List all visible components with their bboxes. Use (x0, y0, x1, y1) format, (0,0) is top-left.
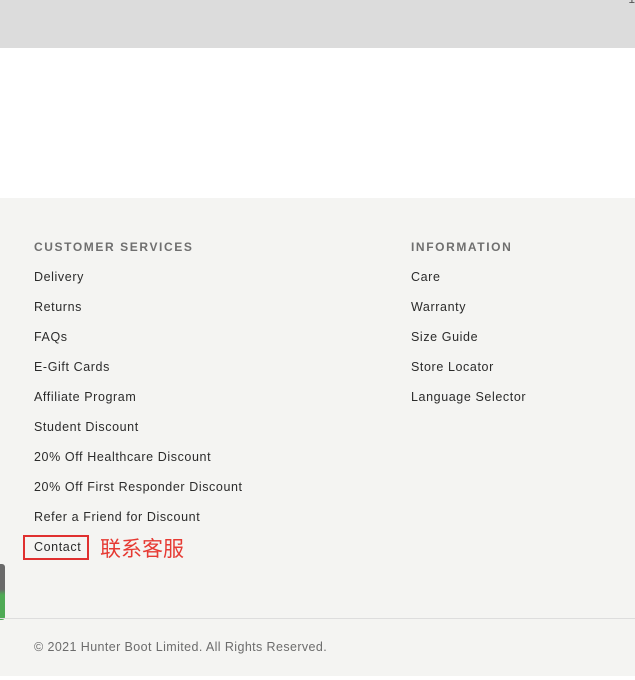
footer-divider (0, 618, 635, 619)
footer-link-first-responder-discount[interactable]: 20% Off First Responder Discount (34, 481, 243, 511)
contact-highlight-box (23, 535, 89, 560)
footer-link-language-selector[interactable]: Language Selector (411, 391, 526, 421)
page-bottom-edge (0, 676, 635, 680)
footer-link-label[interactable]: Size Guide (411, 330, 478, 344)
customer-services-column: CUSTOMER SERVICES Delivery Returns FAQs … (34, 240, 243, 571)
footer-link-label[interactable]: Delivery (34, 270, 84, 284)
footer-link-warranty[interactable]: Warranty (411, 301, 526, 331)
footer-link-faqs[interactable]: FAQs (34, 331, 243, 361)
footer-link-label[interactable]: Care (411, 270, 441, 284)
footer: CUSTOMER SERVICES Delivery Returns FAQs … (0, 198, 635, 680)
footer-link-size-guide[interactable]: Size Guide (411, 331, 526, 361)
footer-link-label[interactable]: FAQs (34, 330, 68, 344)
footer-link-label[interactable]: Returns (34, 300, 82, 314)
footer-link-label[interactable]: Refer a Friend for Discount (34, 510, 200, 524)
footer-link-label[interactable]: Warranty (411, 300, 466, 314)
customer-service-annotation: 联系客服 (100, 537, 184, 561)
footer-link-student-discount[interactable]: Student Discount (34, 421, 243, 451)
footer-link-returns[interactable]: Returns (34, 301, 243, 331)
footer-link-affiliate-program[interactable]: Affiliate Program (34, 391, 243, 421)
customer-services-links: Delivery Returns FAQs E-Gift Cards Affil… (34, 271, 243, 571)
footer-link-label[interactable]: E-Gift Cards (34, 360, 110, 374)
footer-link-care[interactable]: Care (411, 271, 526, 301)
footer-link-delivery[interactable]: Delivery (34, 271, 243, 301)
customer-services-title: CUSTOMER SERVICES (34, 240, 194, 254)
information-column: INFORMATION Care Warranty Size Guide Sto… (411, 240, 526, 421)
top-bar-corner-glyph: 1 (628, 0, 635, 5)
top-bar: 1 (0, 0, 635, 48)
footer-link-label[interactable]: 20% Off Healthcare Discount (34, 450, 211, 464)
footer-link-label[interactable]: 20% Off First Responder Discount (34, 480, 243, 494)
footer-link-e-gift-cards[interactable]: E-Gift Cards (34, 361, 243, 391)
footer-link-label[interactable]: Store Locator (411, 360, 494, 374)
side-feedback-tab[interactable] (0, 564, 5, 620)
footer-link-healthcare-discount[interactable]: 20% Off Healthcare Discount (34, 451, 243, 481)
content-area (0, 48, 635, 198)
footer-link-label[interactable]: Language Selector (411, 390, 526, 404)
footer-link-label[interactable]: Affiliate Program (34, 390, 136, 404)
copyright-text: © 2021 Hunter Boot Limited. All Rights R… (34, 640, 328, 654)
information-title: INFORMATION (411, 240, 513, 254)
footer-link-label[interactable]: Student Discount (34, 420, 139, 434)
footer-link-store-locator[interactable]: Store Locator (411, 361, 526, 391)
information-links: Care Warranty Size Guide Store Locator L… (411, 271, 526, 421)
